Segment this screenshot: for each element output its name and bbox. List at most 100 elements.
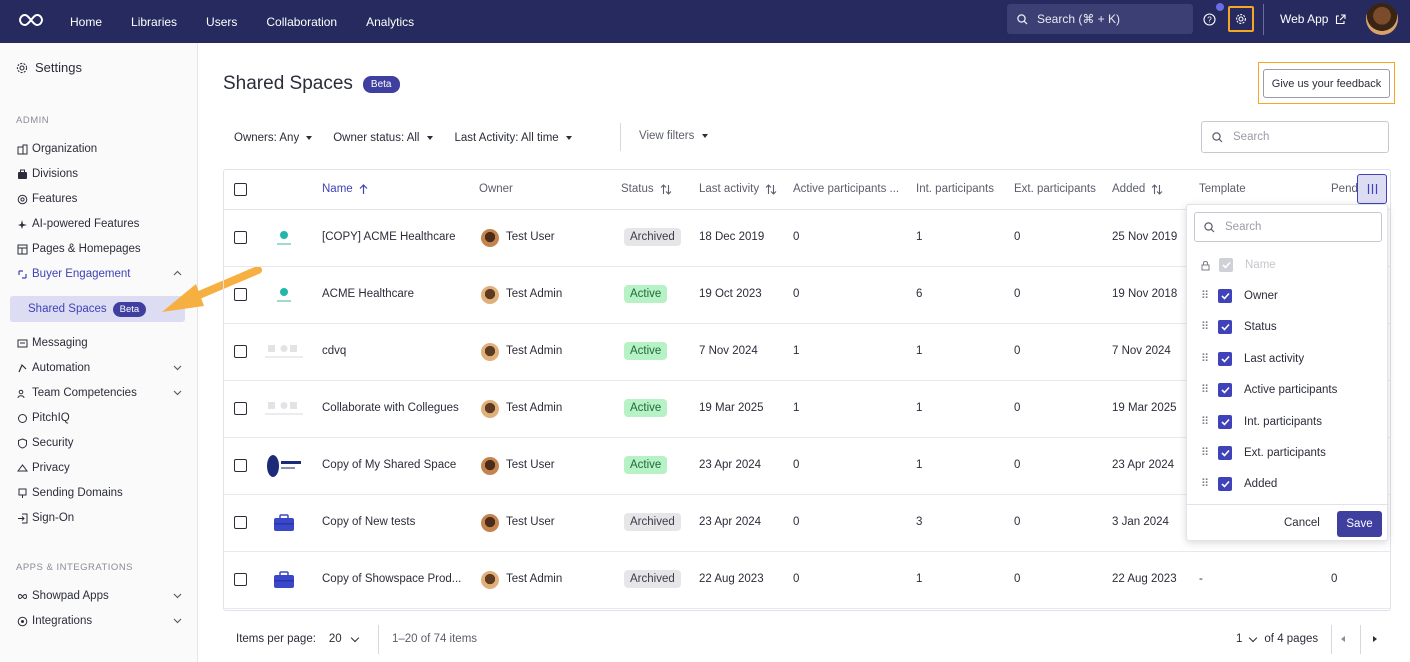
view-filters-button[interactable]: View filters [639,130,709,142]
sidebar-item-pages[interactable]: Pages & Homepages [16,239,188,259]
sidebar-item-pitchiq[interactable]: PitchIQ [16,408,188,428]
sidebar-item-ai-features[interactable]: AI-powered Features [16,214,188,234]
column-option-owner[interactable]: ⠿ Owner [1201,288,1381,304]
column-search-input[interactable]: Search [1194,212,1382,242]
last-activity: 22 Aug 2023 [699,573,764,585]
owners-filter[interactable]: Owners: Any [234,132,313,144]
space-name[interactable]: ACME Healthcare [322,288,414,300]
page-title: Shared Spaces Beta [223,73,400,95]
column-option-last-activity[interactable]: ⠿ Last activity [1201,351,1381,367]
row-checkbox[interactable] [234,345,247,358]
column-checkbox[interactable] [1218,446,1232,460]
column-option-added[interactable]: ⠿ Added [1201,476,1381,492]
last-activity-filter[interactable]: Last Activity: All time [455,132,572,144]
sidebar-item-messaging[interactable]: Messaging [16,333,188,353]
help-icon[interactable]: ? [1203,13,1216,26]
drag-handle-icon[interactable]: ⠿ [1201,417,1209,428]
column-option-ext-participants[interactable]: ⠿ Ext. participants [1201,445,1381,461]
sidebar-item-team-competencies[interactable]: Team Competencies [16,383,188,403]
column-config-popup: Search Name ⠿ Owner ⠿ Status ⠿ Last acti… [1186,204,1389,541]
cancel-button[interactable]: Cancel [1284,517,1320,529]
row-checkbox[interactable] [234,459,247,472]
sidebar-item-sign-on[interactable]: Sign-On [16,508,188,528]
space-name[interactable]: Copy of My Shared Space [322,459,456,471]
space-name[interactable]: Copy of New tests [322,516,415,528]
row-checkbox[interactable] [234,231,247,244]
column-header-template[interactable]: Template [1199,183,1246,195]
drag-handle-icon[interactable]: ⠿ [1201,479,1209,490]
column-option-int-participants[interactable]: ⠿ Int. participants [1201,414,1381,430]
sidebar-item-automation[interactable]: Automation [16,358,188,378]
drag-handle-icon[interactable]: ⠿ [1201,354,1209,365]
sidebar-item-divisions[interactable]: Divisions [16,164,188,184]
owner-status-filter[interactable]: Owner status: All [333,132,433,144]
sidebar-item-features[interactable]: Features [16,189,188,209]
global-search-input[interactable]: Search (⌘ + K) [1007,4,1193,34]
space-name[interactable]: cdvq [322,345,346,357]
prev-page-icon[interactable] [1341,636,1345,642]
column-header-status[interactable]: Status [621,183,672,195]
row-checkbox[interactable] [234,402,247,415]
page-number-select[interactable]: 1 [1236,633,1258,645]
drag-handle-icon[interactable]: ⠿ [1201,385,1209,396]
column-header-added[interactable]: Added [1112,183,1163,195]
drag-handle-icon[interactable]: ⠿ [1201,322,1209,333]
drag-handle-icon[interactable]: ⠿ [1201,448,1209,459]
sidebar-item-organization[interactable]: Organization [16,139,188,159]
items-per-page-select[interactable]: 20 [329,633,359,645]
sidebar-item-showpad-apps[interactable]: Showpad Apps [16,586,188,606]
showpad-logo-icon[interactable] [18,11,44,29]
column-checkbox[interactable] [1218,415,1232,429]
column-header-int-participants[interactable]: Int. participants [916,183,994,195]
row-checkbox[interactable] [234,573,247,586]
select-all-checkbox[interactable] [234,183,247,196]
nav-collaboration[interactable]: Collaboration [266,15,337,29]
column-header-pending[interactable]: Pend [1331,183,1358,195]
nav-analytics[interactable]: Analytics [366,15,414,29]
space-name[interactable]: Collaborate with Collegues [322,402,459,414]
column-checkbox[interactable] [1218,383,1232,397]
nav-libraries[interactable]: Libraries [131,15,177,29]
column-header-ext-participants[interactable]: Ext. participants [1014,183,1096,195]
row-checkbox[interactable] [234,288,247,301]
column-option-active-participants[interactable]: ⠿ Active participants [1201,382,1381,398]
nav-home[interactable]: Home [70,15,102,29]
sidebar-item-sending-domains[interactable]: Sending Domains [16,483,188,503]
owner-name: Test Admin [506,288,563,300]
column-header-name[interactable]: Name [322,183,368,195]
user-avatar[interactable] [1366,3,1398,35]
engagement-icon [16,268,28,280]
sidebar-item-label: Automation [32,362,91,374]
column-checkbox[interactable] [1218,320,1232,334]
ext-participants: 0 [1014,459,1021,471]
table-row[interactable]: Copy of Showspace Prod... Test Admin Arc… [224,552,1390,609]
sidebar-item-integrations[interactable]: Integrations [16,611,188,631]
sidebar-item-security[interactable]: Security [16,433,188,453]
web-app-link[interactable]: Web App [1280,0,1347,38]
column-option-label: Name [1245,259,1276,271]
owner-avatar [481,400,499,418]
column-settings-button[interactable] [1357,174,1387,204]
nav-users[interactable]: Users [206,15,237,29]
row-checkbox[interactable] [234,516,247,529]
column-checkbox[interactable] [1218,289,1232,303]
space-name[interactable]: Copy of Showspace Prod... [322,573,461,585]
column-checkbox[interactable] [1218,352,1232,366]
save-button[interactable]: Save [1337,511,1382,537]
column-option-status[interactable]: ⠿ Status [1201,319,1381,335]
column-header-active-participants[interactable]: Active participants ... [793,183,899,195]
feedback-button[interactable]: Give us your feedback [1263,69,1390,98]
settings-button[interactable] [1228,6,1254,32]
column-header-last-activity[interactable]: Last activity [699,183,777,195]
space-name[interactable]: [COPY] ACME Healthcare [322,231,456,243]
sidebar-item-privacy[interactable]: Privacy [16,458,188,478]
page-number: 1 [1236,633,1243,645]
message-icon [16,337,28,349]
drag-handle-icon[interactable]: ⠿ [1201,291,1209,302]
next-page-icon[interactable] [1373,636,1377,642]
owner-status-filter-label: Owner status: All [333,132,420,144]
column-header-owner[interactable]: Owner [479,183,513,195]
layout-icon [16,243,28,255]
table-search-input[interactable]: Search [1201,121,1389,153]
column-checkbox[interactable] [1218,477,1232,491]
